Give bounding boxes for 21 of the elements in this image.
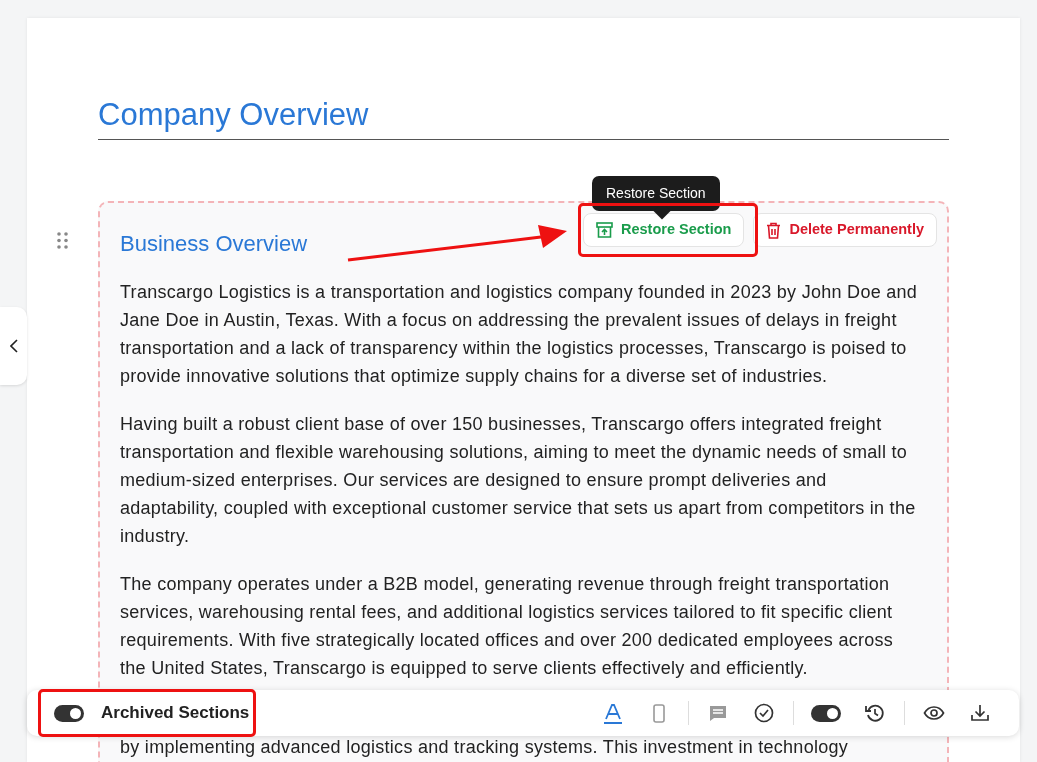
trash-icon (766, 221, 782, 239)
paragraph: The company operates under a B2B model, generating revenue through freight transportation services, warehousing rental fees, and additional logistics services tailored to fit specific client requirements. With five strategically located offices and over 200 dedicated employees across the United States, Transcargo is equipped to serve clients effectively and efficiently. (120, 573, 895, 681)
history-icon (864, 702, 886, 724)
archive-upload-icon (596, 222, 613, 239)
delete-permanently-button[interactable]: Delete Permanently (753, 213, 937, 247)
section-heading: Business Overview (120, 231, 308, 258)
download-icon (969, 702, 991, 724)
paragraph: Transcargo Logistics is a transportation and logistics company founded in 2023 by John Doe and Jane Doe in Austin, Texas. With a focus on addressing the prevalent issues of delays in freight transportation and a lack of transparency within the logistics processes, Transcargo is poised to provide innovative solutions that optimize supply chains for a diverse set of industries. (120, 281, 919, 389)
text-format-icon (602, 702, 624, 724)
chevron-left-icon (9, 339, 18, 353)
check-circle-icon (753, 702, 775, 724)
drag-handle-icon[interactable] (57, 232, 68, 249)
restore-section-button[interactable]: Restore Section (583, 213, 745, 247)
paragraph: Having built a robust client base of over 150 businesses, Transcargo offers integrated freight transportation and flexible warehousing solutions, aiming to meet the dynamic needs of small to medium-sized enterprises. Our services are designed to ensure prompt deliveries and adaptability, coupled with exceptional customer service that sets us apart from competitors in the industry. (120, 413, 917, 549)
toggle-label: Archived Sections (101, 702, 250, 725)
text-format-tool[interactable] (601, 701, 625, 725)
paragraph: by implementing advanced logistics and tracking systems. This investment in technology (120, 736, 850, 760)
document-title: Company Overview (98, 96, 949, 141)
toggle-switch[interactable] (811, 704, 841, 722)
toggle-switch[interactable] (54, 704, 84, 722)
check-circle-tool[interactable] (752, 701, 776, 725)
